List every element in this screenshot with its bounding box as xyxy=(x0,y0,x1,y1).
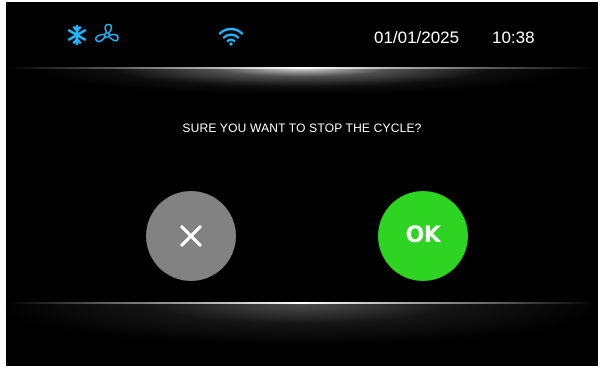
cancel-button[interactable] xyxy=(146,191,236,281)
snowflake-icon xyxy=(67,24,87,46)
footer-glow xyxy=(6,304,598,366)
close-icon xyxy=(180,225,202,247)
status-bar: 01/01/2025 10:38 xyxy=(6,2,598,68)
header-glow xyxy=(6,68,598,102)
device-frame: 01/01/2025 10:38 SURE YOU WANT TO STOP T… xyxy=(0,0,604,369)
date-display: 01/01/2025 xyxy=(374,28,460,47)
wifi-icon xyxy=(218,27,244,46)
device-screen: 01/01/2025 10:38 SURE YOU WANT TO STOP T… xyxy=(6,2,598,366)
confirm-message: SURE YOU WANT TO STOP THE CYCLE? xyxy=(182,121,422,135)
ok-button-label: OK xyxy=(405,223,441,248)
ok-button[interactable]: OK xyxy=(378,191,468,281)
fan-icon xyxy=(95,23,119,43)
time-display: 10:38 xyxy=(492,28,535,47)
